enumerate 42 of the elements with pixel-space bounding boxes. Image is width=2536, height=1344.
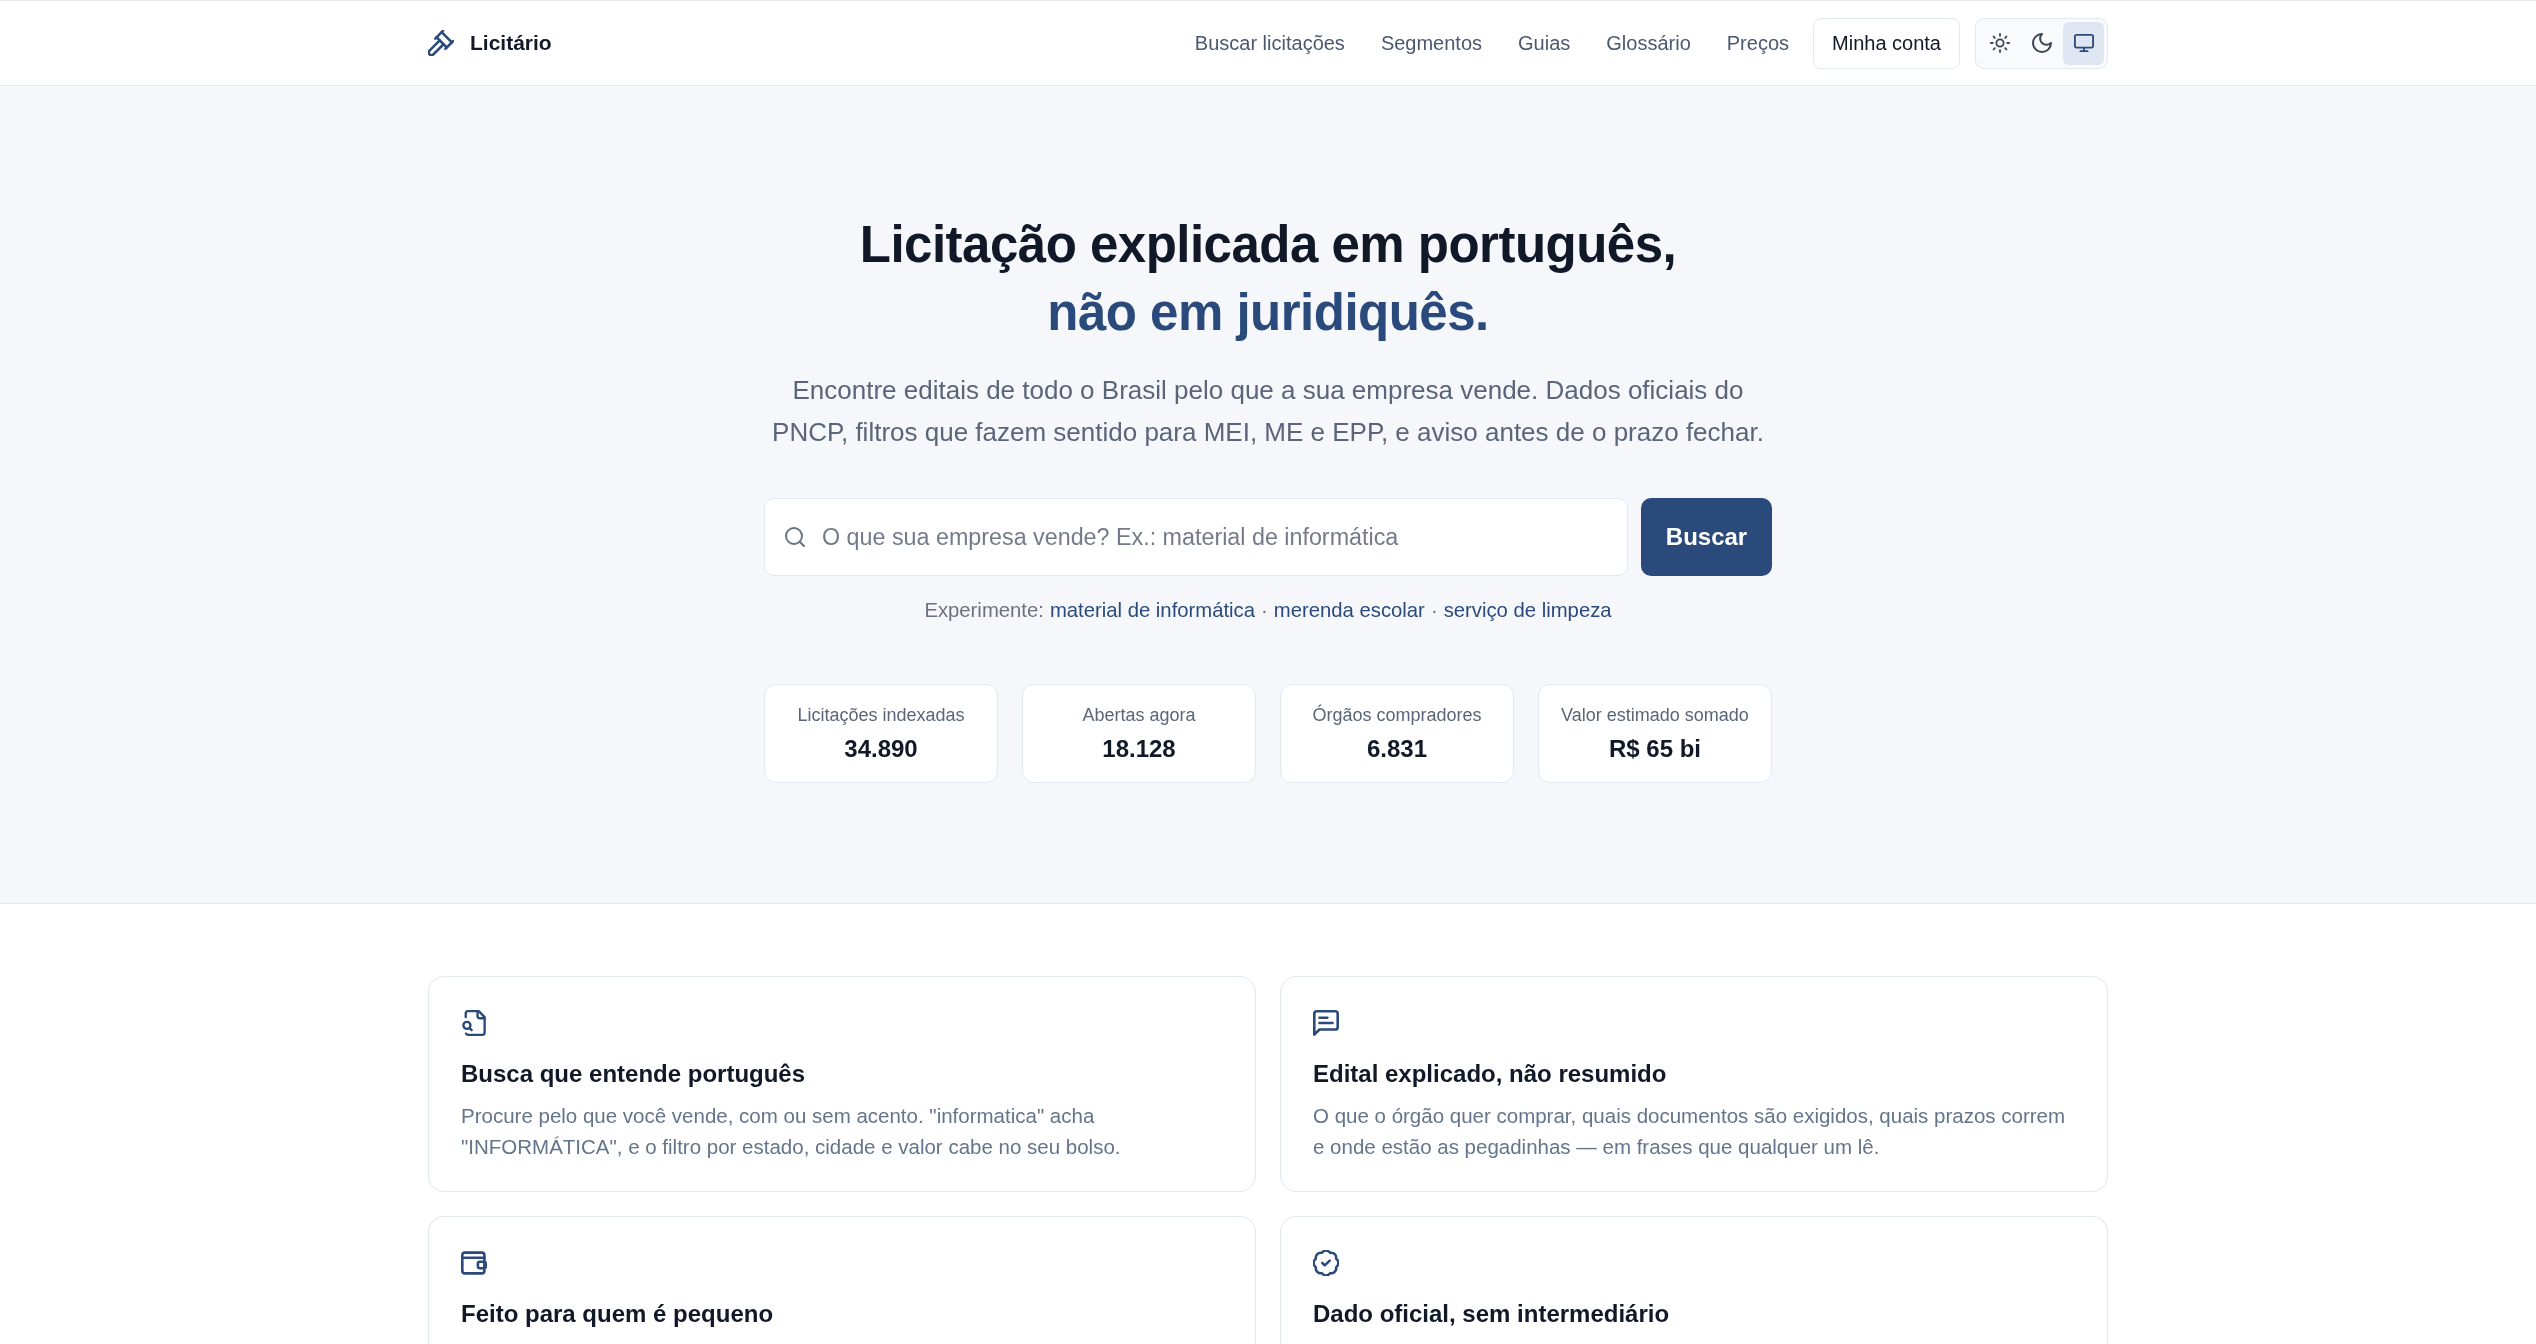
- feature-description: Procure pelo que você vende, com ou sem acento. "informatica" acha "INFORMÁTICA", e o filtro por estado, cidade e valor cabe no seu bolso.: [461, 1103, 1122, 1160]
- hero-title-highlight: não em juridiquês.: [1046, 283, 1490, 343]
- separator-dot: ·: [1430, 598, 1438, 623]
- stat-value: 34.890: [843, 734, 919, 764]
- logo-link[interactable]: Licitário: [428, 30, 552, 56]
- stat-value: R$ 65 bi: [1607, 734, 1702, 764]
- nav-link[interactable]: Segmentos: [1380, 31, 1483, 55]
- feature-title: Feito para quem é pequeno: [461, 1299, 775, 1329]
- feature-title: Dado oficial, sem intermediário: [1313, 1299, 1671, 1329]
- stat-label: Órgãos compradores: [1311, 703, 1483, 727]
- stat-label: Licitações indexadas: [796, 704, 966, 727]
- check-badge-icon: [1313, 1250, 1339, 1276]
- theme-button[interactable]: [2063, 21, 2104, 65]
- feature-title: Busca que entende português: [461, 1059, 807, 1089]
- search-button[interactable]: Buscar: [1641, 498, 1772, 576]
- nav-link[interactable]: Buscar licitações: [1194, 31, 1345, 55]
- document-search-icon: [461, 1010, 487, 1036]
- stat-label: Abertas agora: [1081, 704, 1197, 727]
- gavel-icon: [428, 30, 454, 56]
- wallet-icon: [461, 1250, 487, 1276]
- suggestion-link[interactable]: serviço de limpeza: [1443, 594, 1612, 626]
- stat-value: 6.831: [1365, 734, 1429, 764]
- chat-bubble-icon: [1313, 1010, 1339, 1036]
- separator-dot: ·: [1261, 598, 1268, 623]
- nav-link[interactable]: Glossário: [1606, 31, 1691, 55]
- search-field[interactable]: O que sua empresa vende? Ex.: material de informática: [764, 498, 1628, 576]
- nav-link[interactable]: Preços: [1726, 31, 1790, 55]
- suggestion-link[interactable]: merenda escolar: [1273, 594, 1425, 626]
- nav-link[interactable]: Guias: [1518, 31, 1571, 55]
- account-button[interactable]: Minha conta: [1813, 17, 1960, 69]
- hero-subtitle: Encontre editais de todo o Brasil pelo que a sua empresa vende. Dados oficiais do PNCP, filtros que fazem sentido para MEI, ME e EPP, e aviso antes de o prazo fechar.: [771, 374, 1765, 449]
- search-icon: [785, 527, 805, 547]
- stat-value: 18.128: [1101, 734, 1177, 764]
- hero-title: Licitação explicada em português,: [858, 215, 1678, 275]
- suggestions-label: Experimente:: [924, 598, 1044, 623]
- suggestion-link[interactable]: material de informática: [1049, 594, 1256, 626]
- moon-icon: [2031, 33, 2052, 53]
- feature-description: O que o órgão quer comprar, quais documentos são exigidos, quais prazos correm e onde estão as pegadinhas — em frases que qualquer um lê.: [1313, 1103, 2067, 1160]
- monitor-icon: [2073, 33, 2094, 53]
- sun-icon: [1989, 33, 2010, 53]
- feature-title: Edital explicado, não resumido: [1313, 1059, 1668, 1089]
- stat-label: Valor estimado somado: [1560, 704, 1750, 727]
